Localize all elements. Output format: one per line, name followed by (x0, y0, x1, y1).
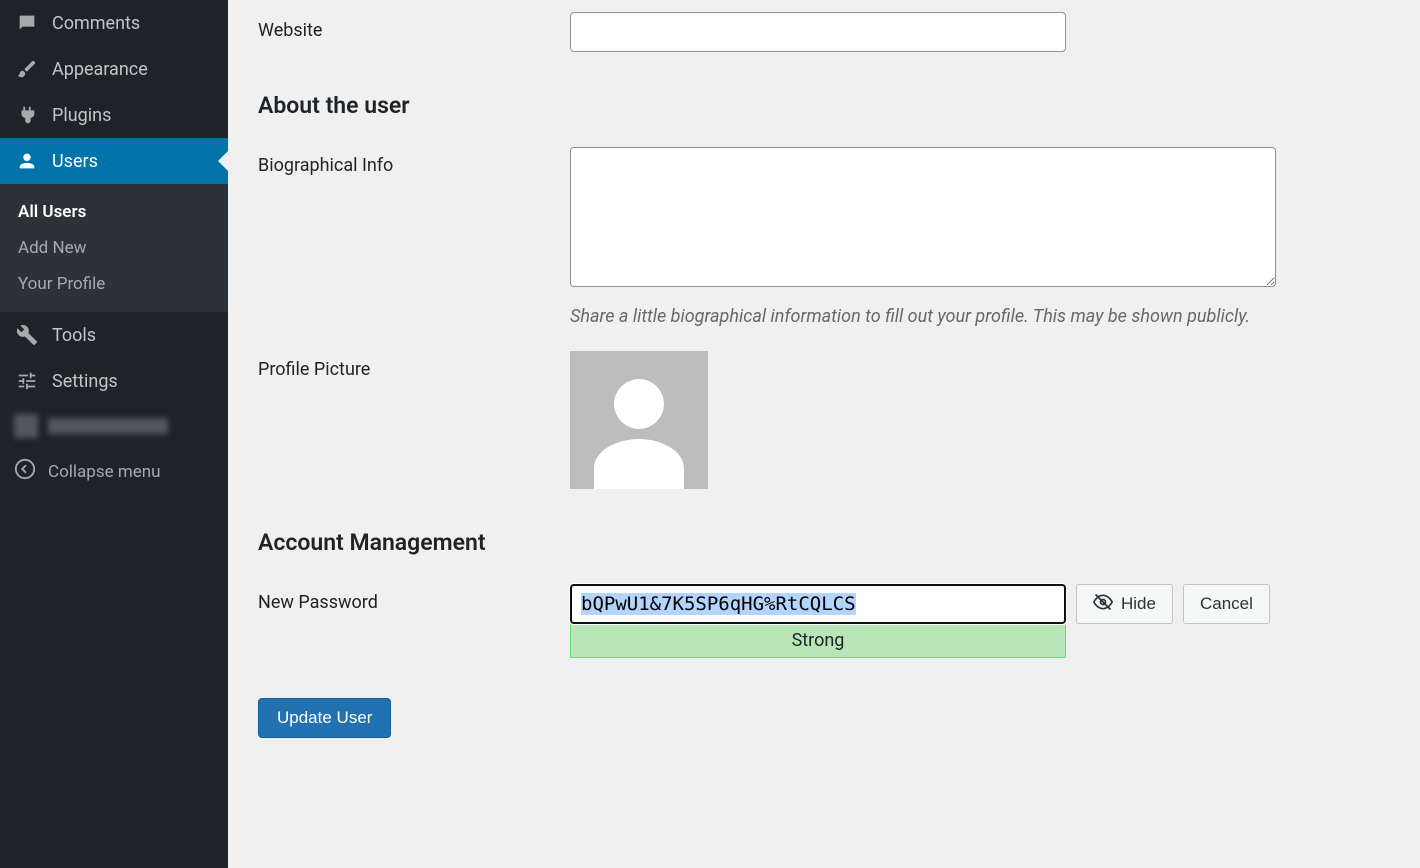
website-input[interactable] (570, 12, 1066, 52)
sidebar-item-tools[interactable]: Tools (0, 312, 228, 358)
main-content: Website About the user Biographical Info… (228, 0, 1420, 868)
submenu-item-your-profile[interactable]: Your Profile (0, 266, 228, 302)
submenu-item-all-users[interactable]: All Users (0, 194, 228, 230)
sidebar-item-label: Plugins (52, 105, 111, 126)
hide-password-button[interactable]: Hide (1076, 584, 1173, 624)
bio-textarea[interactable] (570, 147, 1276, 287)
avatar (570, 351, 708, 489)
cancel-button-label: Cancel (1200, 594, 1253, 614)
sidebar-item-users[interactable]: Users (0, 138, 228, 184)
sidebar-item-label: Tools (52, 325, 96, 346)
account-heading: Account Management (258, 529, 1396, 556)
sliders-icon (14, 368, 40, 394)
update-user-button[interactable]: Update User (258, 698, 391, 738)
picture-label: Profile Picture (258, 351, 570, 380)
hide-button-label: Hide (1121, 594, 1156, 614)
sidebar-blurred-item (0, 404, 228, 448)
newpw-label: New Password (258, 584, 570, 613)
cancel-password-button[interactable]: Cancel (1183, 584, 1270, 624)
submenu-item-add-new[interactable]: Add New (0, 230, 228, 266)
sidebar-item-label: Settings (52, 371, 118, 392)
website-label: Website (258, 12, 570, 41)
about-heading: About the user (258, 92, 1396, 119)
user-icon (14, 148, 40, 174)
users-submenu: All Users Add New Your Profile (0, 184, 228, 312)
sidebar-item-label: Appearance (52, 59, 148, 80)
sidebar-item-comments[interactable]: Comments (0, 0, 228, 46)
admin-sidebar: Comments Appearance Plugins Users All Us… (0, 0, 228, 868)
sidebar-item-label: Users (52, 151, 98, 172)
brush-icon (14, 56, 40, 82)
collapse-icon (14, 458, 36, 485)
sidebar-item-label: Comments (52, 13, 140, 34)
comment-icon (14, 10, 40, 36)
password-strength: Strong (570, 624, 1066, 658)
sidebar-item-plugins[interactable]: Plugins (0, 92, 228, 138)
wrench-icon (14, 322, 40, 348)
eye-slash-icon (1093, 592, 1113, 617)
bio-description: Share a little biographical information … (570, 306, 1396, 327)
collapse-label: Collapse menu (48, 462, 161, 482)
update-user-label: Update User (277, 708, 372, 728)
sidebar-item-appearance[interactable]: Appearance (0, 46, 228, 92)
new-password-input[interactable] (570, 584, 1066, 624)
bio-label: Biographical Info (258, 147, 570, 176)
plugin-icon (14, 102, 40, 128)
sidebar-item-settings[interactable]: Settings (0, 358, 228, 404)
collapse-menu[interactable]: Collapse menu (0, 448, 228, 495)
